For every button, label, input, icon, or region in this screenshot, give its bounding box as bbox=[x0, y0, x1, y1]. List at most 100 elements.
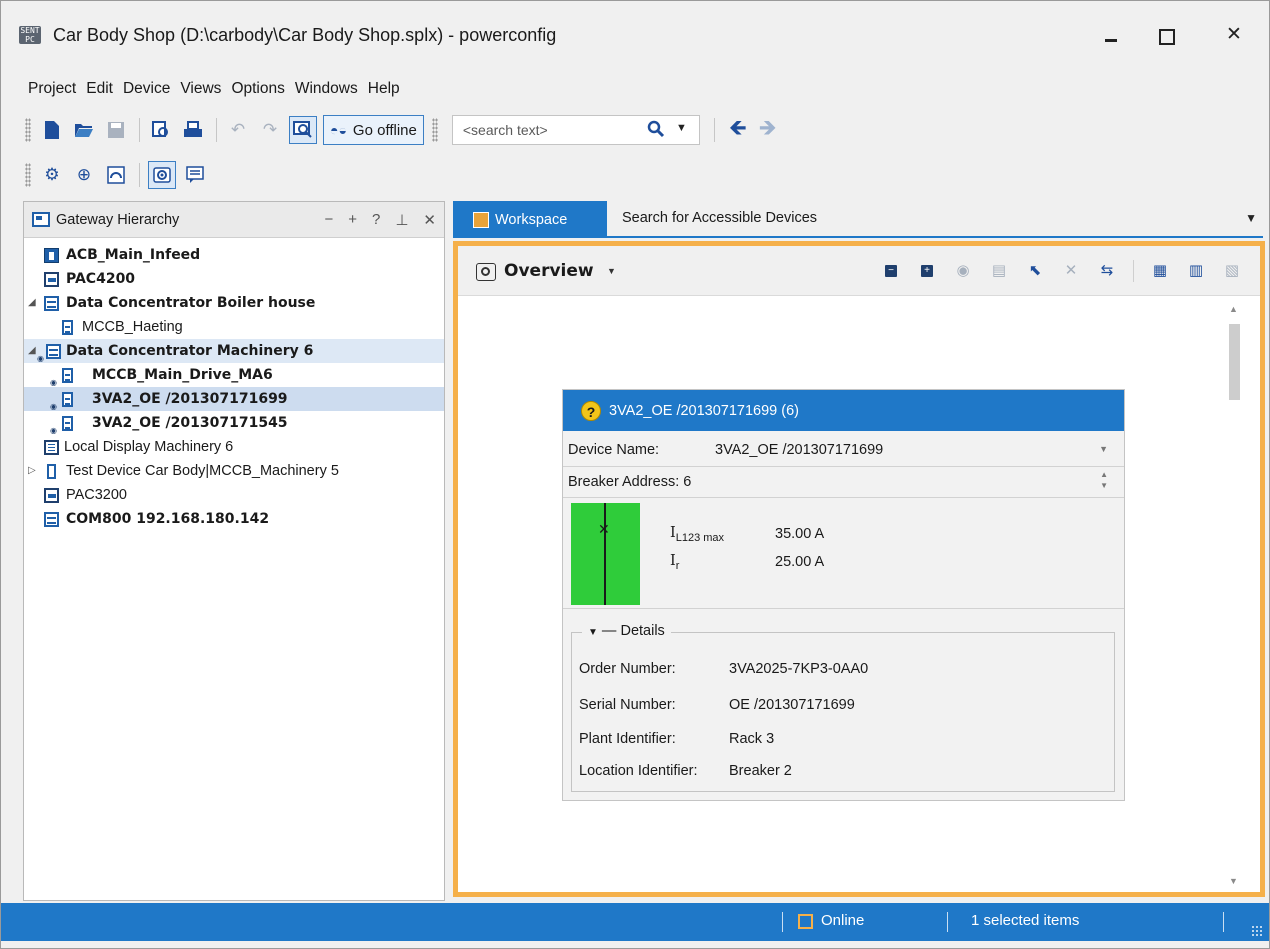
menu-views[interactable]: Views bbox=[175, 77, 226, 101]
tree-item-3va2-oe-201307171545[interactable]: ◉ 3VA2_OE /201307171545 bbox=[24, 411, 444, 435]
print-icon[interactable] bbox=[180, 117, 206, 143]
remove-device-icon[interactable]: ✕ bbox=[1061, 261, 1081, 281]
help-icon[interactable]: ? bbox=[372, 211, 380, 229]
menu-device[interactable]: Device bbox=[118, 77, 175, 101]
pac-meter-icon bbox=[44, 272, 59, 287]
tree-item-data-concentrator-machinery-6[interactable]: ◢ ◉ Data Concentrator Machinery 6 bbox=[24, 339, 444, 363]
tree-item-mccb-main-drive-ma6[interactable]: ◉ MCCB_Main_Drive_MA6 bbox=[24, 363, 444, 387]
tab-search-accessible-devices[interactable]: Search for Accessible Devices bbox=[622, 210, 817, 226]
tree-item-3va2-oe-201307171699[interactable]: ◉ 3VA2_OE /201307171699 bbox=[24, 387, 444, 411]
maximize-button[interactable] bbox=[1153, 25, 1177, 47]
tab-list-dropdown-icon[interactable]: ▼ bbox=[1245, 211, 1257, 225]
network-globe-icon[interactable]: ⊕ bbox=[71, 162, 97, 188]
menu-edit[interactable]: Edit bbox=[81, 77, 118, 101]
toolbar-grip[interactable] bbox=[25, 118, 31, 142]
divider bbox=[563, 608, 1124, 609]
redo-icon[interactable]: ↷ bbox=[257, 117, 283, 143]
tree-item-local-display-machinery-6[interactable]: Local Display Machinery 6 bbox=[24, 435, 444, 459]
workspace-area: Overview ▼ − + ◉ ▤ ⬉ ✕ ⇆ ▦ ▥ ▧ ▲ ▼ ? 3VA… bbox=[453, 241, 1265, 897]
overview-tools: − + ◉ ▤ ⬉ ✕ ⇆ ▦ ▥ ▧ bbox=[881, 260, 1242, 282]
transfer-icon[interactable]: ⇆ bbox=[1097, 261, 1117, 281]
question-status-icon: ? bbox=[581, 400, 601, 421]
collapse-icon[interactable]: − bbox=[324, 211, 333, 229]
broadcast-icon[interactable]: ◉ bbox=[953, 261, 973, 281]
vertical-scrollbar[interactable]: ▲ ▼ bbox=[1227, 304, 1241, 886]
chevron-down-icon[interactable]: ▼ bbox=[676, 122, 687, 134]
expand-icon[interactable]: + bbox=[348, 211, 357, 229]
mccb-icon bbox=[62, 392, 73, 407]
menu-project[interactable]: Project bbox=[23, 77, 81, 101]
export-report-icon[interactable]: ▦ bbox=[1150, 261, 1170, 281]
delete-report-icon[interactable]: ▧ bbox=[1222, 261, 1242, 281]
gauge-icon[interactable] bbox=[103, 162, 129, 188]
device-search-icon[interactable] bbox=[289, 116, 317, 144]
search-input[interactable]: <search text> ▼ bbox=[451, 115, 700, 145]
scroll-thumb[interactable] bbox=[1229, 324, 1240, 400]
back-arrow-icon[interactable]: 🡸 bbox=[729, 111, 747, 149]
pin-icon[interactable]: ⊥ bbox=[395, 211, 408, 229]
menu-windows[interactable]: Windows bbox=[290, 77, 363, 101]
collapse-all-icon[interactable]: − bbox=[885, 265, 897, 277]
open-folder-icon[interactable] bbox=[71, 117, 97, 143]
breaker-status-graphic: ✕ bbox=[571, 503, 640, 605]
menu-help[interactable]: Help bbox=[363, 77, 405, 101]
scroll-down-icon[interactable]: ▼ bbox=[1229, 876, 1238, 886]
device-card[interactable]: ? 3VA2_OE /201307171699 (6) Device Name:… bbox=[562, 389, 1125, 801]
gateway-hierarchy-panel: Gateway Hierarchy − + ? ⊥ ✕ ACB_Main_Inf… bbox=[23, 201, 445, 901]
go-offline-button[interactable]: ◓◒ Go offline bbox=[323, 115, 424, 145]
document-tabs: Workspace Search for Accessible Devices … bbox=[453, 201, 1265, 238]
settings-gears-icon[interactable]: ⚙ bbox=[39, 162, 65, 188]
minimize-button[interactable] bbox=[1100, 25, 1124, 47]
test-device-icon bbox=[47, 464, 56, 479]
address-spinner-icon[interactable]: ▲ ▼ bbox=[1100, 469, 1108, 491]
location-identifier-value: Breaker 2 bbox=[729, 763, 792, 779]
tree-item-pac3200[interactable]: PAC3200 bbox=[24, 483, 444, 507]
scroll-up-icon[interactable]: ▲ bbox=[1229, 304, 1238, 314]
overview-title[interactable]: Overview bbox=[504, 261, 594, 281]
upload-to-device-icon[interactable]: ⬉ bbox=[1025, 261, 1045, 281]
add-device-icon[interactable]: ▤ bbox=[989, 261, 1009, 281]
toolbar-grip[interactable] bbox=[25, 163, 31, 187]
tree-item-acb-main-infeed[interactable]: ACB_Main_Infeed bbox=[24, 243, 444, 267]
device-name-dropdown-icon[interactable]: ▼ bbox=[1099, 444, 1108, 454]
device-card-title: 3VA2_OE /201307171699 (6) bbox=[609, 402, 799, 419]
search-icon[interactable] bbox=[647, 120, 665, 143]
close-panel-icon[interactable]: ✕ bbox=[423, 211, 436, 229]
details-toggle[interactable]: ▼ — Details bbox=[582, 623, 671, 639]
expanded-triangle-icon[interactable]: ◢ bbox=[28, 291, 36, 315]
title-bar: SENT PC Car Body Shop (D:\carbody\Car Bo… bbox=[1, 1, 1269, 67]
view-eye-icon[interactable] bbox=[148, 161, 176, 189]
expand-all-icon[interactable]: + bbox=[921, 265, 933, 277]
expanded-triangle-icon[interactable]: ◢ bbox=[28, 339, 36, 363]
device-card-header[interactable]: ? 3VA2_OE /201307171699 (6) bbox=[563, 390, 1124, 431]
tab-workspace[interactable]: Workspace bbox=[453, 201, 607, 238]
import-report-icon[interactable]: ▥ bbox=[1186, 261, 1206, 281]
undo-icon[interactable]: ↶ bbox=[225, 117, 251, 143]
tree-item-mccb-haeting[interactable]: MCCB_Haeting bbox=[24, 315, 444, 339]
tree-item-test-device-car-body[interactable]: ▷ Test Device Car Body|MCCB_Machinery 5 bbox=[24, 459, 444, 483]
tree-item-com800[interactable]: COM800 192.168.180.142 bbox=[24, 507, 444, 531]
close-button[interactable]: ✕ bbox=[1222, 23, 1246, 45]
tree-item-pac4200[interactable]: PAC4200 bbox=[24, 267, 444, 291]
chevron-down-icon: ▼ bbox=[588, 627, 598, 638]
divider bbox=[563, 466, 1124, 467]
new-file-icon[interactable] bbox=[39, 117, 65, 143]
app-logo-icon: SENT PC bbox=[19, 26, 41, 44]
toolbar-grip[interactable] bbox=[431, 118, 438, 142]
device-name-value[interactable]: 3VA2_OE /201307171699 bbox=[715, 442, 883, 458]
forward-arrow-icon[interactable]: 🡺 bbox=[759, 111, 777, 149]
toolbar-separator bbox=[216, 118, 217, 142]
save-icon[interactable] bbox=[103, 117, 129, 143]
plant-identifier-label: Plant Identifier: bbox=[579, 731, 676, 747]
app-window: SENT PC Car Body Shop (D:\carbody\Car Bo… bbox=[0, 0, 1270, 949]
menu-options[interactable]: Options bbox=[226, 77, 289, 101]
resize-grip[interactable] bbox=[1251, 925, 1263, 937]
comment-icon[interactable] bbox=[182, 162, 208, 188]
breaker-address-value[interactable]: 6 bbox=[683, 474, 691, 490]
tree-item-data-concentrator-boiler-house[interactable]: ◢ Data Concentrator Boiler house bbox=[24, 291, 444, 315]
print-preview-icon[interactable] bbox=[148, 117, 174, 143]
overview-dropdown-icon[interactable]: ▼ bbox=[607, 266, 616, 276]
panel-title: Gateway Hierarchy bbox=[56, 211, 180, 228]
collapsed-triangle-icon[interactable]: ▷ bbox=[28, 459, 36, 483]
tree-item-label: PAC4200 bbox=[66, 271, 136, 287]
